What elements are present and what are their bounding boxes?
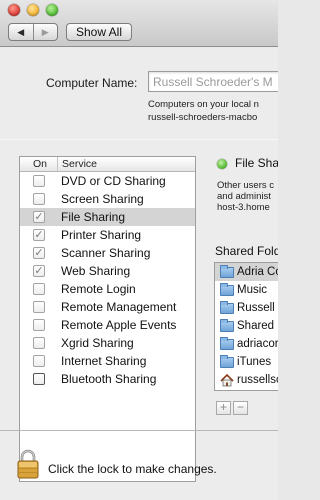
shared-folder-label: russellsc — [237, 374, 278, 386]
service-row[interactable]: DVD or CD Sharing — [20, 172, 195, 190]
service-checkbox[interactable] — [33, 301, 45, 313]
lock-icon[interactable] — [17, 449, 39, 479]
shared-folder-row[interactable]: Adria Co — [215, 263, 278, 281]
service-label: Bluetooth Sharing — [61, 372, 157, 386]
service-list: On Service DVD or CD Sharing Screen Shari… — [19, 156, 196, 482]
shared-folders-list: Adria Co Music Russell S Shared adriacor iTun… — [214, 262, 278, 391]
service-label: DVD or CD Sharing — [61, 174, 166, 188]
computer-name-note: Computers on your local n russell-schroe… — [148, 98, 259, 124]
shared-folder-label: Adria Co — [237, 266, 278, 278]
shared-folder-rows: Adria Co Music Russell S Shared adriacor iTun… — [215, 263, 278, 389]
shared-folder-row[interactable]: Shared — [215, 317, 278, 335]
column-header-service[interactable]: Service — [58, 157, 97, 171]
sharing-preferences-window: ◀ ▶ Show All Computer Name: Russell Schr… — [0, 0, 278, 500]
service-checkbox[interactable] — [33, 319, 45, 331]
service-checkbox[interactable]: ✓ — [33, 229, 45, 241]
back-forward-control: ◀ ▶ — [8, 23, 58, 41]
service-label: Scanner Sharing — [61, 246, 151, 260]
service-rows: DVD or CD Sharing Screen Sharing ✓ File Sha… — [20, 172, 195, 388]
lock-message: Click the lock to make changes. — [48, 462, 217, 476]
service-row[interactable]: ✓ File Sharing — [20, 208, 195, 226]
shared-folder-label: Russell S — [237, 302, 278, 314]
service-description-line-2: and administ — [217, 191, 271, 202]
computer-name-note-line-1: Computers on your local n — [148, 99, 259, 110]
service-description-line-3: host-3.home — [217, 202, 270, 213]
computer-name-note-line-2: russell-schroeders-macbo — [148, 112, 258, 123]
service-checkbox[interactable] — [33, 355, 45, 367]
service-checkbox[interactable] — [33, 283, 45, 295]
right-arrow-icon[interactable]: ▶ — [34, 24, 58, 40]
service-label: Remote Apple Events — [61, 318, 177, 332]
folder-icon — [220, 282, 234, 296]
folder-icon — [220, 264, 234, 278]
folder-icon — [220, 336, 234, 350]
folder-icon — [220, 300, 234, 314]
service-label: Printer Sharing — [61, 228, 142, 242]
shared-folder-row[interactable]: adriacor — [215, 335, 278, 353]
service-label: Remote Management — [61, 300, 177, 314]
service-label: Internet Sharing — [61, 354, 147, 368]
service-row[interactable]: Remote Management — [20, 298, 195, 316]
service-description-line-1: Other users c — [217, 180, 275, 191]
shared-folder-label: Music — [237, 284, 268, 296]
service-row[interactable]: Internet Sharing — [20, 352, 195, 370]
folder-icon — [220, 318, 234, 332]
service-description: Other users c and administ host-3.home — [217, 180, 274, 213]
minimize-window-button[interactable] — [27, 4, 39, 16]
title-toolbar: ◀ ▶ Show All — [0, 0, 278, 47]
column-header-on[interactable]: On — [20, 157, 58, 171]
section-divider — [0, 139, 278, 140]
remove-shared-folder-button[interactable]: − — [233, 401, 248, 415]
service-row[interactable]: ✓ Web Sharing — [20, 262, 195, 280]
service-checkbox[interactable]: ✓ — [33, 247, 45, 259]
status-text: File Sha — [235, 156, 278, 170]
service-checkbox[interactable]: ✓ — [33, 211, 45, 223]
service-row[interactable]: Xgrid Sharing — [20, 334, 195, 352]
service-row[interactable]: ✓ Scanner Sharing — [20, 244, 195, 262]
close-window-button[interactable] — [8, 4, 20, 16]
computer-name-label: Computer Name: — [46, 76, 138, 90]
service-row[interactable]: ✓ Printer Sharing — [20, 226, 195, 244]
shared-folder-row[interactable]: russellsc — [215, 371, 278, 389]
add-shared-folder-button[interactable]: + — [216, 401, 231, 415]
service-label: Screen Sharing — [61, 192, 144, 206]
show-all-button[interactable]: Show All — [66, 23, 132, 41]
home-icon — [220, 373, 234, 386]
service-label: Web Sharing — [61, 264, 131, 278]
service-row[interactable]: Screen Sharing — [20, 190, 195, 208]
shared-folder-row[interactable]: Music — [215, 281, 278, 299]
shared-folder-label: iTunes — [237, 356, 272, 368]
left-arrow-icon[interactable]: ◀ — [9, 24, 34, 40]
service-checkbox[interactable] — [33, 373, 45, 385]
folder-icon — [220, 354, 234, 368]
service-checkbox[interactable]: ✓ — [33, 265, 45, 277]
service-checkbox[interactable] — [33, 193, 45, 205]
shared-folder-label: adriacor — [237, 338, 278, 350]
shared-folder-row[interactable]: Russell S — [215, 299, 278, 317]
shared-folder-label: Shared — [237, 320, 275, 332]
footer-divider — [0, 430, 278, 431]
service-label: Xgrid Sharing — [61, 336, 134, 350]
shared-folders-label: Shared Fold — [215, 244, 278, 258]
service-label: File Sharing — [61, 210, 126, 224]
service-row[interactable]: Bluetooth Sharing — [20, 370, 195, 388]
service-list-header: On Service — [20, 157, 195, 172]
service-label: Remote Login — [61, 282, 136, 296]
service-row[interactable]: Remote Apple Events — [20, 316, 195, 334]
service-row[interactable]: Remote Login — [20, 280, 195, 298]
service-checkbox[interactable] — [33, 175, 45, 187]
zoom-window-button[interactable] — [46, 4, 58, 16]
status-indicator-icon — [217, 159, 227, 169]
service-checkbox[interactable] — [33, 337, 45, 349]
computer-name-field[interactable]: Russell Schroeder's M — [148, 71, 278, 92]
shared-folder-row[interactable]: iTunes — [215, 353, 278, 371]
